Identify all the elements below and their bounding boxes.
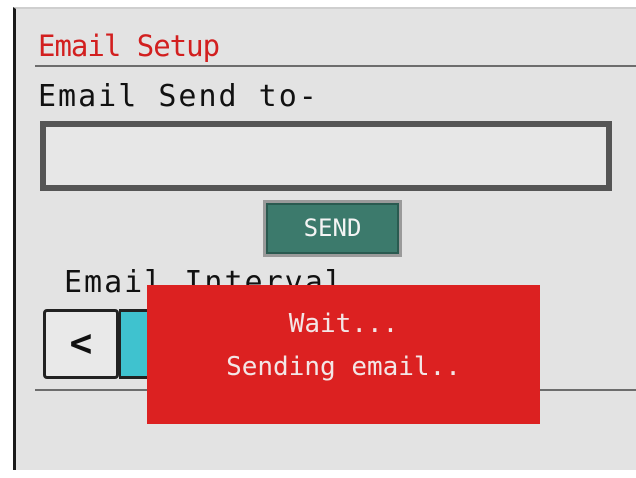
email-interval-stepper: < (43, 309, 159, 379)
send-button[interactable]: SEND (263, 200, 402, 257)
email-setup-screen: Email Setup Email Send to- SEND Email In… (13, 7, 636, 470)
notification-wait-text: Wait... (288, 309, 399, 339)
email-recipient-input[interactable] (40, 121, 612, 191)
sending-email-notification: Wait... Sending email.. (147, 285, 540, 424)
page-title: Email Setup (38, 29, 220, 63)
email-send-to-label: Email Send to- (38, 79, 319, 114)
title-divider (35, 65, 636, 67)
device-frame: Email Setup Email Send to- SEND Email In… (0, 0, 636, 478)
interval-decrease-button[interactable]: < (43, 309, 119, 379)
notification-sending-text: Sending email.. (226, 352, 461, 382)
